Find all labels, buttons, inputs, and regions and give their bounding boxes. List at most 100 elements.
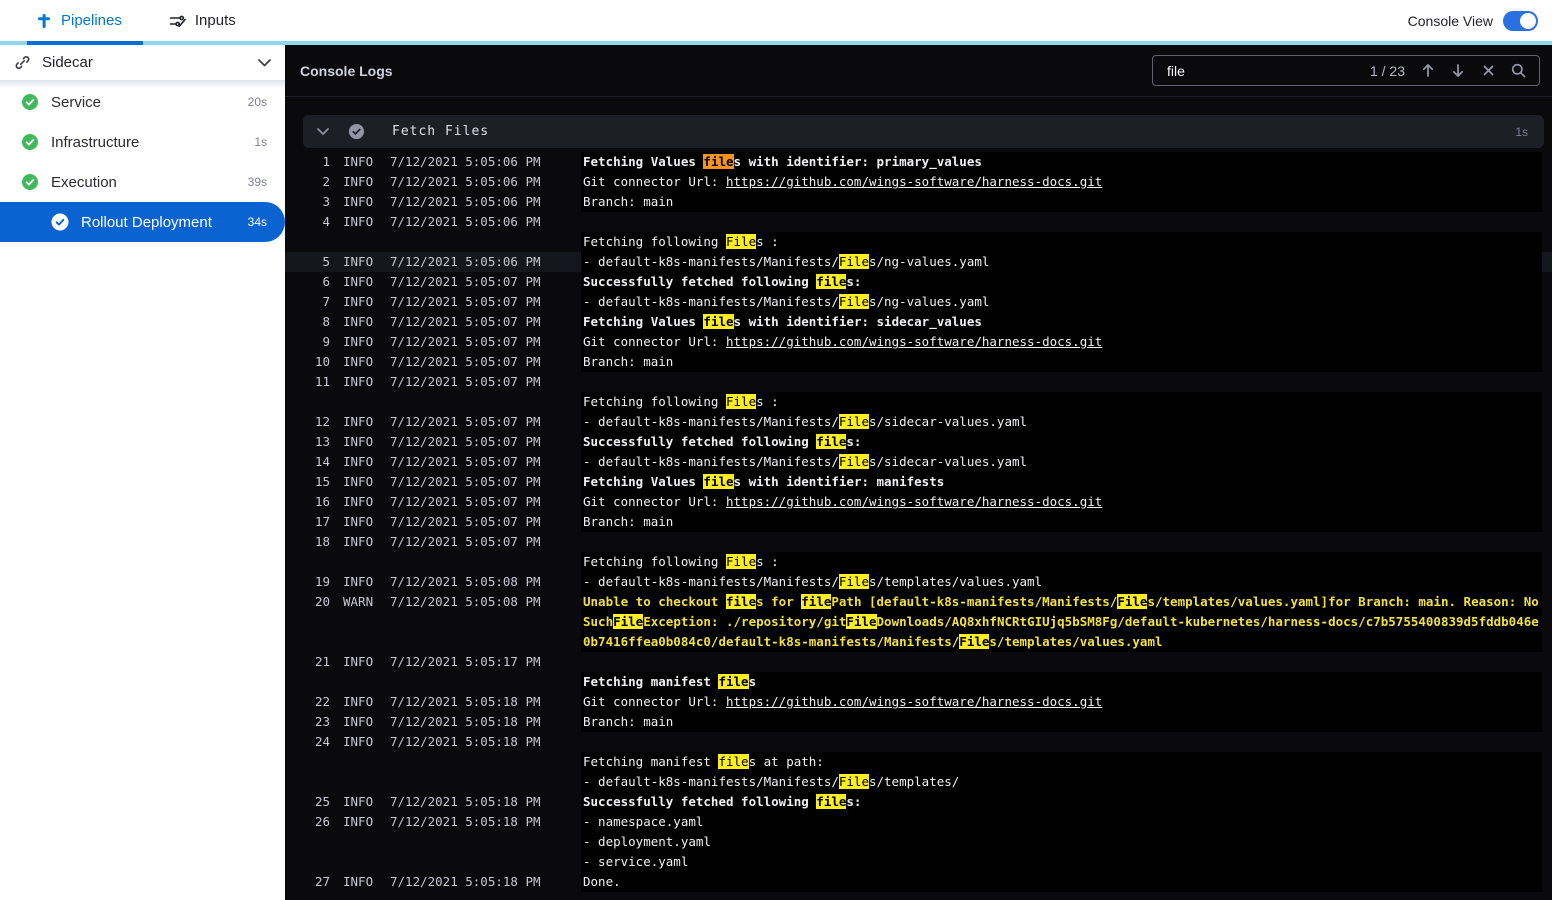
log-row: 7 INFO 7/12/2021 5:05:07 PM - default-k8s-m… bbox=[285, 292, 1552, 312]
log-line-number: 25 bbox=[314, 794, 330, 809]
log-timestamp: 7/12/2021 5:05:18 PM bbox=[390, 794, 541, 809]
log-row: 5 INFO 7/12/2021 5:05:06 PM - default-k8s-m… bbox=[285, 252, 1552, 272]
console-view-toggle[interactable] bbox=[1503, 10, 1538, 31]
log-timestamp: 7/12/2021 5:05:07 PM bbox=[390, 274, 541, 289]
sidebar-item-infrastructure[interactable]: Infrastructure 1s bbox=[0, 122, 285, 162]
log-message: - default-k8s-manifests/Manifests/Files/… bbox=[581, 772, 1542, 792]
console-logs-panel: Console Logs 1 / 23 Fetch Files 1s bbox=[285, 45, 1552, 900]
log-message: Fetching following Files : bbox=[581, 232, 1542, 252]
log-message: Fetching manifest files at path: bbox=[581, 752, 1542, 772]
search-icon[interactable] bbox=[1503, 59, 1533, 83]
log-row: Fetching following Files : bbox=[285, 552, 1552, 572]
log-link[interactable]: https://github.com/wings-software/harnes… bbox=[726, 494, 1102, 509]
arrow-up-icon[interactable] bbox=[1413, 59, 1443, 83]
log-message: Done. bbox=[581, 872, 1542, 892]
log-message: Successfully fetched following files: bbox=[581, 792, 1542, 812]
log-message: Git connector Url: https://github.com/wi… bbox=[581, 332, 1542, 352]
log-timestamp: 7/12/2021 5:05:07 PM bbox=[390, 414, 541, 429]
log-link[interactable]: https://github.com/wings-software/harnes… bbox=[726, 694, 1102, 709]
log-timestamp: 7/12/2021 5:05:06 PM bbox=[390, 214, 541, 229]
log-row: 10 INFO 7/12/2021 5:05:07 PM Branch: main bbox=[285, 352, 1552, 372]
log-level: INFO bbox=[343, 274, 374, 289]
console-title: Console Logs bbox=[300, 62, 393, 79]
chevron-down-icon[interactable] bbox=[317, 127, 329, 136]
log-message: Fetching Values files with identifier: s… bbox=[581, 312, 1542, 332]
log-message: Branch: main bbox=[581, 512, 1542, 532]
stage-duration: 34s bbox=[247, 215, 267, 229]
log-line-number: 5 bbox=[322, 254, 330, 269]
console-header: Console Logs 1 / 23 bbox=[285, 45, 1552, 97]
log-line-number: 9 bbox=[322, 334, 330, 349]
log-level: INFO bbox=[343, 294, 374, 309]
log-line-number: 26 bbox=[314, 814, 330, 829]
log-line-number: 3 bbox=[322, 194, 330, 209]
log-level: INFO bbox=[343, 154, 374, 169]
close-icon[interactable] bbox=[1473, 59, 1503, 83]
log-row: 3 INFO 7/12/2021 5:05:06 PM Branch: main bbox=[285, 192, 1552, 212]
log-row: 25 INFO 7/12/2021 5:05:18 PM Successfully f… bbox=[285, 792, 1552, 812]
log-list: 1 INFO 7/12/2021 5:05:06 PM Fetching Values… bbox=[285, 152, 1552, 892]
sidebar-item-service[interactable]: Service 20s bbox=[0, 82, 285, 122]
log-timestamp: 7/12/2021 5:05:07 PM bbox=[390, 454, 541, 469]
arrow-down-icon[interactable] bbox=[1443, 59, 1473, 83]
log-link[interactable]: https://github.com/wings-software/harnes… bbox=[726, 334, 1102, 349]
search-match: file bbox=[703, 154, 734, 169]
pipeline-header[interactable]: Sidecar bbox=[0, 45, 285, 88]
log-timestamp: 7/12/2021 5:05:18 PM bbox=[390, 874, 541, 889]
tab-pipelines[interactable]: Pipelines bbox=[36, 12, 122, 29]
log-message: - default-k8s-manifests/Manifests/Files/… bbox=[581, 452, 1542, 472]
tab-inputs[interactable]: Inputs bbox=[169, 12, 236, 29]
log-timestamp: 7/12/2021 5:05:07 PM bbox=[390, 534, 541, 549]
stage-duration: 20s bbox=[247, 95, 267, 109]
log-section-fetch-files[interactable]: Fetch Files 1s bbox=[303, 115, 1544, 148]
log-line-number: 11 bbox=[314, 374, 330, 389]
log-row: 2 INFO 7/12/2021 5:05:06 PM Git connector U… bbox=[285, 172, 1552, 192]
log-row: 4 INFO 7/12/2021 5:05:06 PM bbox=[285, 212, 1552, 232]
log-row: 27 INFO 7/12/2021 5:05:18 PM Done. bbox=[285, 872, 1552, 892]
log-timestamp: 7/12/2021 5:05:07 PM bbox=[390, 354, 541, 369]
log-link[interactable]: https://github.com/wings-software/harnes… bbox=[726, 174, 1102, 189]
log-message: Unable to checkout files for filePath [d… bbox=[581, 592, 1542, 652]
log-level: INFO bbox=[343, 334, 374, 349]
log-message: Fetching following Files : bbox=[581, 392, 1542, 412]
log-row: 15 INFO 7/12/2021 5:05:07 PM Fetching Value… bbox=[285, 472, 1552, 492]
log-row: Fetching following Files : bbox=[285, 392, 1552, 412]
log-level: INFO bbox=[343, 534, 374, 549]
log-row: - deployment.yaml bbox=[285, 832, 1552, 852]
log-row: 1 INFO 7/12/2021 5:05:06 PM Fetching Values… bbox=[285, 152, 1552, 172]
log-level: INFO bbox=[343, 574, 374, 589]
log-line-number: 24 bbox=[314, 734, 330, 749]
search-match: File bbox=[838, 774, 869, 789]
log-row: - default-k8s-manifests/Manifests/Files/… bbox=[285, 772, 1552, 792]
log-level: INFO bbox=[343, 434, 374, 449]
success-check-icon bbox=[348, 123, 365, 140]
stage-duration: 1s bbox=[254, 135, 267, 149]
chevron-down-icon[interactable] bbox=[258, 58, 271, 67]
success-check-icon bbox=[51, 213, 69, 231]
log-row: 17 INFO 7/12/2021 5:05:07 PM Branch: main bbox=[285, 512, 1552, 532]
log-row: 8 INFO 7/12/2021 5:05:07 PM Fetching Values… bbox=[285, 312, 1552, 332]
search-match: file bbox=[801, 594, 832, 609]
search-match: File bbox=[838, 414, 869, 429]
search-input[interactable] bbox=[1165, 61, 1370, 80]
log-line-number: 12 bbox=[314, 414, 330, 429]
log-message: Branch: main bbox=[581, 712, 1542, 732]
log-row: 19 INFO 7/12/2021 5:05:08 PM - default-k8s-… bbox=[285, 572, 1552, 592]
sidebar-item-rollout-deployment[interactable]: Rollout Deployment 34s bbox=[0, 202, 285, 242]
log-row: 22 INFO 7/12/2021 5:05:18 PM Git connector … bbox=[285, 692, 1552, 712]
log-row: 11 INFO 7/12/2021 5:05:07 PM bbox=[285, 372, 1552, 392]
log-timestamp: 7/12/2021 5:05:18 PM bbox=[390, 694, 541, 709]
log-level: INFO bbox=[343, 714, 374, 729]
log-level: INFO bbox=[343, 734, 374, 749]
console-view-control: Console View bbox=[1408, 10, 1538, 31]
tab-pipelines-label: Pipelines bbox=[61, 12, 122, 29]
sidebar-item-execution[interactable]: Execution 39s bbox=[0, 162, 285, 202]
log-message: Git connector Url: https://github.com/wi… bbox=[581, 172, 1542, 192]
log-timestamp: 7/12/2021 5:05:18 PM bbox=[390, 734, 541, 749]
log-timestamp: 7/12/2021 5:05:06 PM bbox=[390, 174, 541, 189]
log-level: INFO bbox=[343, 374, 374, 389]
log-line-number: 8 bbox=[322, 314, 330, 329]
log-message: Fetching Values files with identifier: m… bbox=[581, 472, 1542, 492]
section-title: Fetch Files bbox=[392, 124, 490, 139]
log-row: 18 INFO 7/12/2021 5:05:07 PM bbox=[285, 532, 1552, 552]
